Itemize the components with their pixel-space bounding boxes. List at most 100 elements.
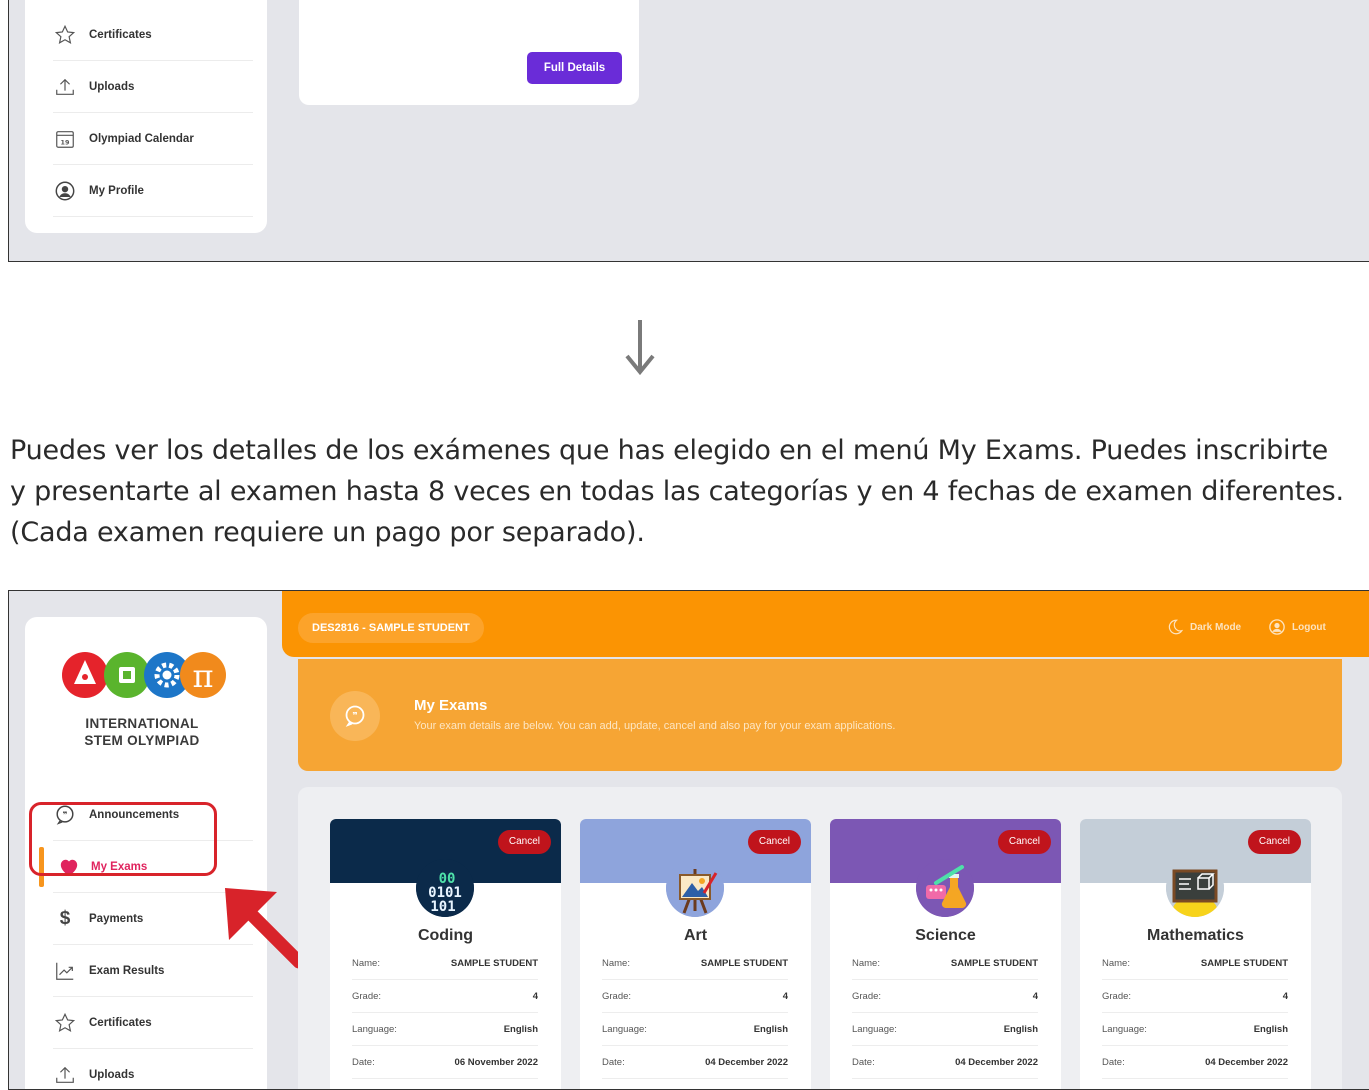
my-exams-highlight-box [29, 802, 217, 876]
field-label: Name: [602, 957, 630, 969]
chart-line-icon [53, 959, 77, 983]
easel-icon [666, 859, 724, 917]
page-title: My Exams [414, 697, 488, 714]
exam-row-language: Language: English [852, 1013, 1038, 1046]
field-label: Language: [1102, 1023, 1147, 1035]
exam-card-coding: Cancel 00 0101 101 Coding Name: SAMPLE ST… [330, 819, 561, 1089]
field-value: English [753, 1023, 788, 1035]
page-header: ❞ My Exams Your exam details are below. … [298, 659, 1342, 771]
sidebar-item-uploads[interactable]: Uploads [53, 61, 253, 113]
exam-title: Coding [417, 927, 474, 944]
sidebar-item-label: Certificates [89, 28, 152, 41]
exam-row-name: Name: SAMPLE STUDENT [1102, 947, 1288, 980]
exam-row-language: Language: English [1102, 1013, 1288, 1046]
field-value: 06 November 2022 [454, 1056, 538, 1068]
upload-icon [53, 75, 77, 99]
exam-row-date: Date: 04 December 2022 [602, 1046, 788, 1079]
exam-row-date: Date: 04 December 2022 [852, 1046, 1038, 1079]
dark-mode-label: Dark Mode [1190, 621, 1242, 633]
field-label: Grade: [352, 990, 382, 1002]
field-value: English [1003, 1023, 1038, 1035]
field-label: Grade: [852, 990, 882, 1002]
down-arrow-icon [625, 320, 655, 376]
field-value: SAMPLE STUDENT [700, 957, 788, 969]
exam-row-date: Date: 04 December 2022 [1102, 1046, 1288, 1079]
logo-line-2: STEM OLYMPIAD [84, 733, 200, 748]
logo-line-1: INTERNATIONAL [85, 716, 199, 731]
exam-row-grade: Grade: 4 [352, 980, 538, 1013]
exam-card-art: Cancel Art Name: SAMPLE STUDENT Grade: 4 L… [580, 819, 811, 1089]
bottom-screenshot-frame: π INTERNATIONAL STEM OLYMPIAD ❞ Announce… [8, 590, 1369, 1090]
sidebar-item-my-profile[interactable]: My Profile [53, 165, 253, 217]
field-value: SAMPLE STUDENT [1200, 957, 1288, 969]
field-label: Name: [1102, 957, 1130, 969]
user-badge: DES2816 - SAMPLE STUDENT [298, 613, 484, 643]
field-label: Date: [352, 1056, 375, 1068]
instruction-caption: Puedes ver los detalles de los exámenes … [10, 435, 1344, 548]
binary-code-icon: 00 0101 101 [416, 859, 474, 917]
field-label: Grade: [602, 990, 632, 1002]
sidebar-item-uploads[interactable]: Uploads [53, 1049, 253, 1089]
field-value: 04 December 2022 [705, 1056, 788, 1068]
sidebar-item-label: Uploads [89, 80, 135, 93]
top-sidebar: Certificates Uploads 19 Olympiad Calenda… [25, 0, 267, 233]
chalkboard-icon [1166, 859, 1224, 917]
field-value: 4 [532, 990, 538, 1002]
cancel-button[interactable]: Cancel [997, 830, 1051, 854]
speech-bubble-icon: ❞ [330, 691, 380, 741]
cancel-button[interactable]: Cancel [1247, 830, 1301, 854]
user-circle-icon [53, 179, 77, 203]
field-value: English [1253, 1023, 1288, 1035]
sidebar-item-label: My Profile [89, 184, 144, 197]
field-label: Date: [1102, 1056, 1125, 1068]
logo-icon: π [62, 652, 226, 698]
exam-title: Science [915, 927, 976, 944]
sidebar-item-label: Payments [89, 912, 144, 925]
full-details-button[interactable]: Full Details [527, 52, 622, 84]
exam-card-mathematics: Cancel Mathematics Name: SAMPLE STUDENT G… [1080, 819, 1311, 1089]
page-subtitle: Your exam details are below. You can add… [414, 720, 896, 732]
flask-icon [916, 859, 974, 917]
star-icon [53, 1011, 77, 1035]
field-value: 4 [1032, 990, 1038, 1002]
exam-row-language: Language: English [602, 1013, 788, 1046]
field-label: Name: [852, 957, 880, 969]
sidebar-item-label: Exam Results [89, 964, 165, 977]
logout-button[interactable]: Logout [1268, 618, 1326, 636]
exam-row-language: Language: English [352, 1013, 538, 1046]
exam-title: Mathematics [1147, 927, 1244, 944]
user-circle-icon [1269, 619, 1285, 635]
sidebar-item-label: Certificates [89, 1016, 152, 1029]
sidebar-item-label: Uploads [89, 1069, 135, 1081]
svg-text:❞: ❞ [352, 712, 357, 722]
top-bar: DES2816 - SAMPLE STUDENT Dark Mode Logou… [282, 591, 1369, 657]
stem-olympiad-logo: π INTERNATIONAL STEM OLYMPIAD [57, 645, 227, 765]
sidebar-item-label: Olympiad Calendar [89, 132, 194, 145]
exam-row-name: Name: SAMPLE STUDENT [352, 947, 538, 980]
sidebar-item-olympiad-calendar[interactable]: 19 Olympiad Calendar [53, 113, 253, 165]
cancel-button[interactable]: Cancel [747, 830, 801, 854]
cancel-button[interactable]: Cancel [497, 830, 551, 854]
moon-icon [1168, 619, 1184, 635]
calendar-icon: 19 [53, 127, 77, 151]
field-value: English [503, 1023, 538, 1035]
exam-row-name: Name: SAMPLE STUDENT [602, 947, 788, 980]
sidebar-item-certificates[interactable]: Certificates [53, 9, 253, 61]
upload-icon [53, 1063, 77, 1087]
exam-row-grade: Grade: 4 [1102, 980, 1288, 1013]
field-label: Date: [602, 1056, 625, 1068]
svg-text:19: 19 [61, 138, 70, 146]
exam-row-date: Date: 06 November 2022 [352, 1046, 538, 1079]
field-label: Language: [602, 1023, 647, 1035]
dark-mode-toggle[interactable]: Dark Mode [1166, 618, 1241, 636]
field-label: Grade: [1102, 990, 1132, 1002]
sidebar-item-certificates[interactable]: Certificates [53, 997, 253, 1049]
logout-label: Logout [1292, 621, 1326, 633]
field-value: 4 [1282, 990, 1288, 1002]
exam-title: Art [683, 927, 708, 944]
exam-card-science: Cancel Science Name: SAMPLE STUDENT Grade… [830, 819, 1061, 1089]
exam-row-name: Name: SAMPLE STUDENT [852, 947, 1038, 980]
svg-text:101: 101 [430, 899, 455, 915]
field-label: Name: [352, 957, 380, 969]
field-label: Language: [352, 1023, 397, 1035]
